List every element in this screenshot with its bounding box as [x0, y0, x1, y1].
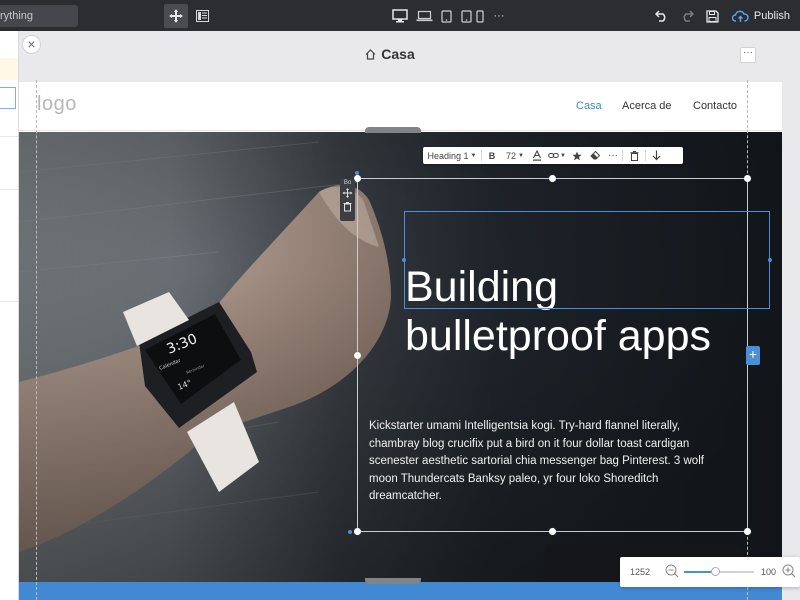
cloud-upload-icon	[731, 10, 749, 22]
device-tablet-button[interactable]	[438, 4, 454, 28]
home-icon	[365, 48, 376, 60]
more-options-button[interactable]: ···	[604, 147, 622, 164]
nav-link-casa[interactable]: Casa	[576, 100, 602, 112]
device-laptop-button[interactable]	[415, 4, 433, 28]
resize-handle[interactable]	[744, 528, 751, 535]
zoom-slider-handle[interactable]	[711, 567, 720, 576]
save-button[interactable]	[703, 4, 721, 28]
column-anchor-handle[interactable]	[348, 530, 352, 534]
close-canvas-button[interactable]: ×	[22, 35, 41, 54]
zoom-out-icon[interactable]	[665, 564, 679, 578]
resize-handle[interactable]	[744, 175, 751, 182]
search-input[interactable]: rything	[0, 5, 78, 27]
site-navbar: logo Casa Acerca de Contacto	[19, 82, 782, 131]
column-anchor-handle[interactable]	[355, 171, 359, 175]
move-down-button[interactable]	[646, 147, 666, 164]
trash-icon	[630, 150, 638, 161]
panel-highlight-row[interactable]	[0, 58, 18, 80]
top-toolbar: rything ··· Publish	[0, 0, 800, 31]
save-icon	[705, 9, 719, 23]
move-cursor-icon	[169, 9, 183, 23]
section-drag-tab-bottom[interactable]	[365, 578, 421, 584]
chevron-down-icon: ▼	[518, 152, 524, 159]
nav-link-contacto[interactable]: Contacto	[693, 100, 737, 112]
section-drag-tab-top[interactable]	[365, 127, 421, 133]
resize-handle[interactable]	[549, 175, 556, 182]
device-desktop-button[interactable]	[391, 4, 409, 28]
star-icon	[572, 151, 582, 160]
layout-icon	[195, 10, 209, 22]
link-icon	[548, 153, 559, 158]
chevron-down-icon: ▼	[470, 152, 477, 159]
redo-button[interactable]	[678, 4, 696, 28]
element-side-toolbar: Bo	[340, 179, 355, 221]
link-button[interactable]: ▼	[546, 147, 568, 164]
move-icon[interactable]	[340, 187, 355, 199]
device-tablet-landscape-button[interactable]	[458, 4, 474, 28]
resize-handle[interactable]	[354, 528, 361, 535]
font-size-label: 72	[506, 150, 517, 161]
mobile-icon	[476, 9, 484, 23]
panel-divider	[0, 189, 18, 190]
tablet-icon	[460, 9, 472, 23]
site-logo[interactable]: logo	[37, 93, 77, 116]
page-title-text: Casa	[381, 46, 415, 62]
page-title: Casa	[300, 46, 480, 62]
resize-handle[interactable]	[354, 352, 361, 359]
chevron-down-icon: ▼	[560, 152, 566, 159]
more-devices-button[interactable]: ···	[492, 4, 506, 28]
heading-resize-handle[interactable]	[768, 258, 772, 262]
tablet-icon	[440, 9, 452, 23]
device-mobile-button[interactable]	[474, 4, 486, 28]
add-column-button[interactable]: +	[746, 346, 760, 365]
resize-handle[interactable]	[354, 175, 361, 182]
laptop-icon	[416, 10, 432, 22]
heading-style-dropdown[interactable]: Heading 1 ▼	[423, 147, 481, 164]
publish-button[interactable]: Publish	[731, 4, 790, 28]
undo-button[interactable]	[653, 4, 671, 28]
clear-format-button[interactable]	[586, 147, 604, 164]
panel-input-field[interactable]	[0, 87, 16, 109]
resize-handle[interactable]	[549, 528, 556, 535]
heading-resize-handle[interactable]	[402, 258, 406, 262]
favorite-button[interactable]	[568, 147, 586, 164]
desktop-icon	[392, 9, 408, 23]
move-down-icon	[652, 150, 660, 161]
font-size-dropdown[interactable]: 72 ▼	[502, 147, 528, 164]
element-type-label: Bo	[343, 180, 352, 186]
heading-selection-box[interactable]	[404, 211, 770, 309]
eraser-icon	[589, 151, 600, 160]
text-format-toolbar: Heading 1 ▼ B 72 ▼ ▼ ···	[423, 147, 683, 164]
left-panel	[0, 31, 19, 600]
text-color-icon	[533, 150, 541, 161]
zoom-in-icon[interactable]	[782, 564, 796, 578]
publish-label: Publish	[753, 10, 790, 22]
heading-style-label: Heading 1	[427, 150, 469, 161]
undo-icon	[655, 10, 666, 22]
page-options-button[interactable]: ···	[740, 47, 756, 63]
nav-link-acerca-de[interactable]: Acerca de	[622, 100, 672, 112]
canvas-width-value[interactable]: 1252	[630, 567, 650, 577]
panel-divider	[0, 301, 18, 302]
zoom-value: 100	[761, 567, 777, 577]
panel-divider	[0, 136, 18, 137]
container-guide-left	[36, 80, 37, 600]
zoom-control: 1252 100	[620, 557, 800, 587]
bold-button[interactable]: B	[482, 147, 502, 164]
delete-button[interactable]	[623, 147, 645, 164]
text-color-button[interactable]	[528, 147, 546, 164]
trash-icon[interactable]	[340, 201, 355, 213]
move-tool-button[interactable]	[164, 4, 188, 28]
layers-tool-button[interactable]	[192, 4, 212, 28]
redo-icon	[683, 10, 694, 22]
